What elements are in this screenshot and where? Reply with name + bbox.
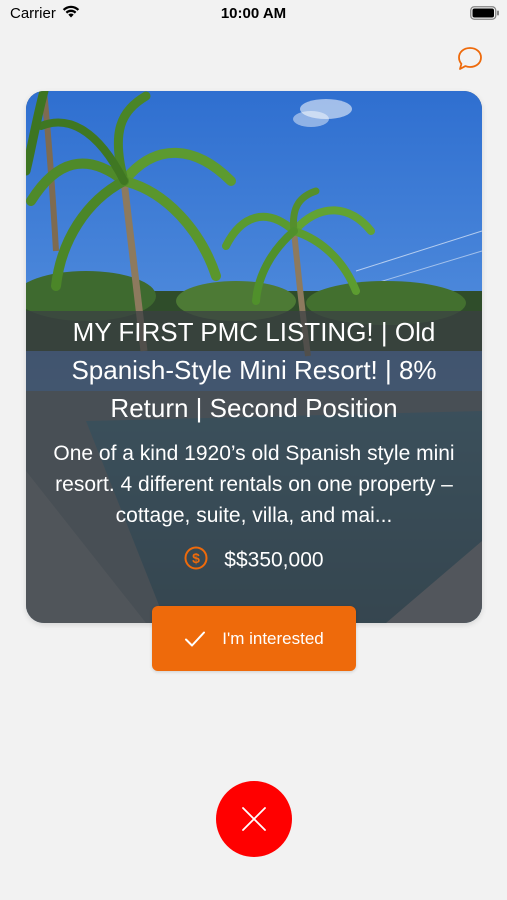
checkmark-icon xyxy=(185,631,206,646)
battery-icon xyxy=(470,6,499,20)
interested-button[interactable]: I'm interested xyxy=(152,606,356,671)
svg-text:$: $ xyxy=(193,550,201,566)
price-row: $ $$350,000 xyxy=(26,546,482,574)
status-time: 10:00 AM xyxy=(220,5,287,22)
listing-card[interactable]: MY FIRST PMC LISTING! | Old Spanish-Styl… xyxy=(26,91,482,623)
listing-description: One of a kind 1920’s old Spanish style m… xyxy=(53,442,455,527)
chat-button[interactable] xyxy=(455,44,485,74)
dismiss-button[interactable] xyxy=(216,781,292,857)
interested-label: I'm interested xyxy=(222,628,324,648)
status-bar: Carrier 10:00 AM xyxy=(0,0,507,28)
listing-price: $$350,000 xyxy=(224,548,324,572)
dollar-circle-icon: $ xyxy=(184,546,208,570)
close-icon xyxy=(242,807,266,831)
listing-title: MY FIRST PMC LISTING! | Old Spanish-Styl… xyxy=(71,317,437,423)
chat-bubble-icon xyxy=(458,47,482,70)
